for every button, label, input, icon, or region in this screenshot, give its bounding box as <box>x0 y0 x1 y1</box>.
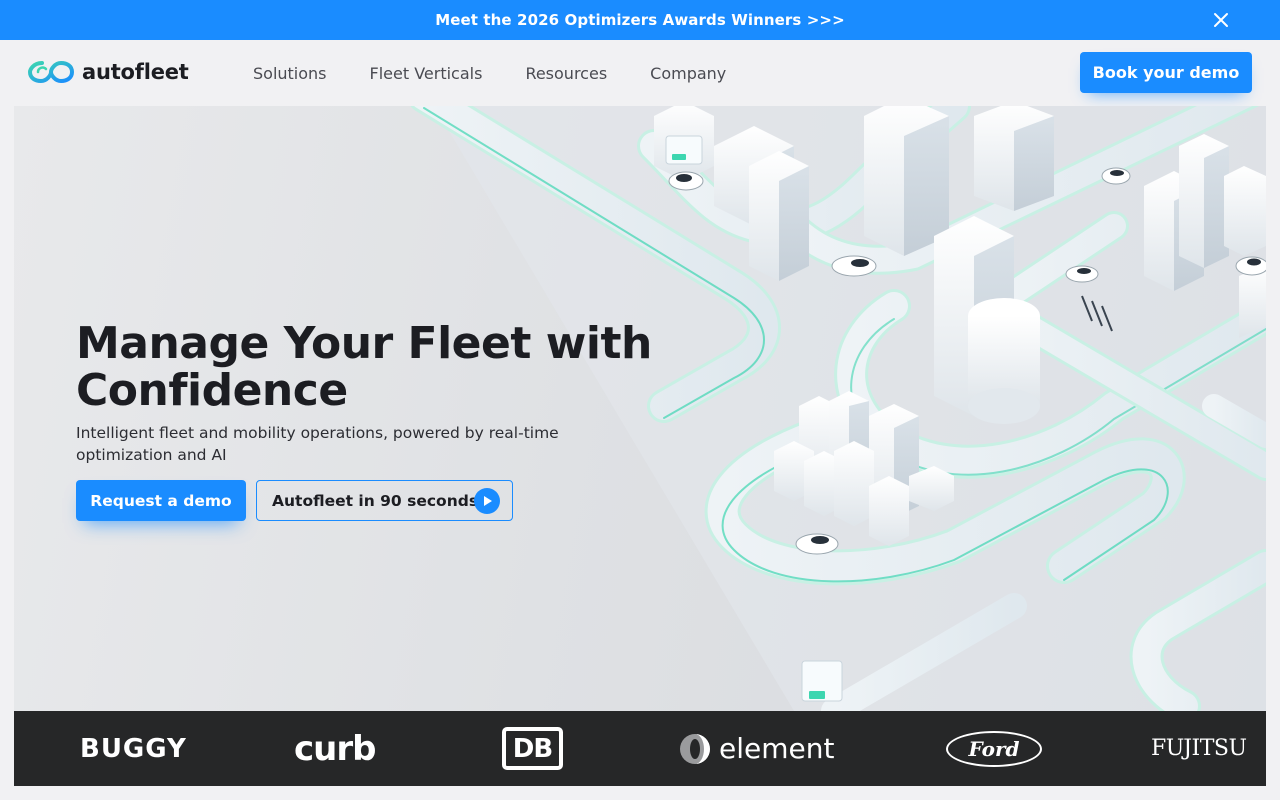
close-icon[interactable] <box>1212 11 1230 29</box>
nav-item-fleet-verticals[interactable]: Fleet Verticals <box>370 64 483 83</box>
element-logo-icon <box>680 733 710 764</box>
nav-item-solutions[interactable]: Solutions <box>253 64 327 83</box>
ford-logo-mark: Ford <box>946 730 1042 767</box>
announcement-bar: Meet the 2026 Optimizers Awards Winners … <box>0 0 1280 40</box>
ford-logo: Ford <box>946 711 1042 786</box>
autofleet-logo-icon <box>28 60 74 84</box>
main-nav: Solutions Fleet Verticals Resources Comp… <box>253 64 769 83</box>
book-demo-button[interactable]: Book your demo <box>1080 52 1252 93</box>
announcement-link[interactable]: Meet the 2026 Optimizers Awards Winners … <box>435 11 845 29</box>
request-demo-button[interactable]: Request a demo <box>76 480 246 521</box>
watch-video-button[interactable]: Autofleet in 90 seconds <box>256 480 513 521</box>
db-logo: DB <box>502 711 563 786</box>
partner-logos-strip: BUGGY curb DB element Ford FUJITSU <box>14 711 1266 786</box>
element-logo-text: element <box>719 732 835 765</box>
buggy-logo: BUGGY <box>80 733 187 764</box>
hero-subtitle: Intelligent fleet and mobility operation… <box>76 424 559 464</box>
logo-wordmark: autofleet <box>82 60 189 84</box>
db-logo-mark: DB <box>502 727 563 770</box>
curb-logo: curb <box>294 728 376 769</box>
element-logo: element <box>679 711 834 786</box>
play-icon <box>474 488 500 514</box>
autofleet-logo[interactable]: autofleet <box>28 57 189 87</box>
nav-item-company[interactable]: Company <box>650 64 726 83</box>
nav-item-resources[interactable]: Resources <box>525 64 607 83</box>
hero-title: Manage Your Fleet with Confidence <box>76 318 652 416</box>
fujitsu-logo: FUJITSU <box>1151 736 1247 761</box>
site-header: autofleet Solutions Fleet Verticals Reso… <box>14 40 1266 106</box>
hero-section: Manage Your Fleet with Confidence Intell… <box>14 106 1266 711</box>
watch-video-label: Autofleet in 90 seconds <box>272 491 479 510</box>
